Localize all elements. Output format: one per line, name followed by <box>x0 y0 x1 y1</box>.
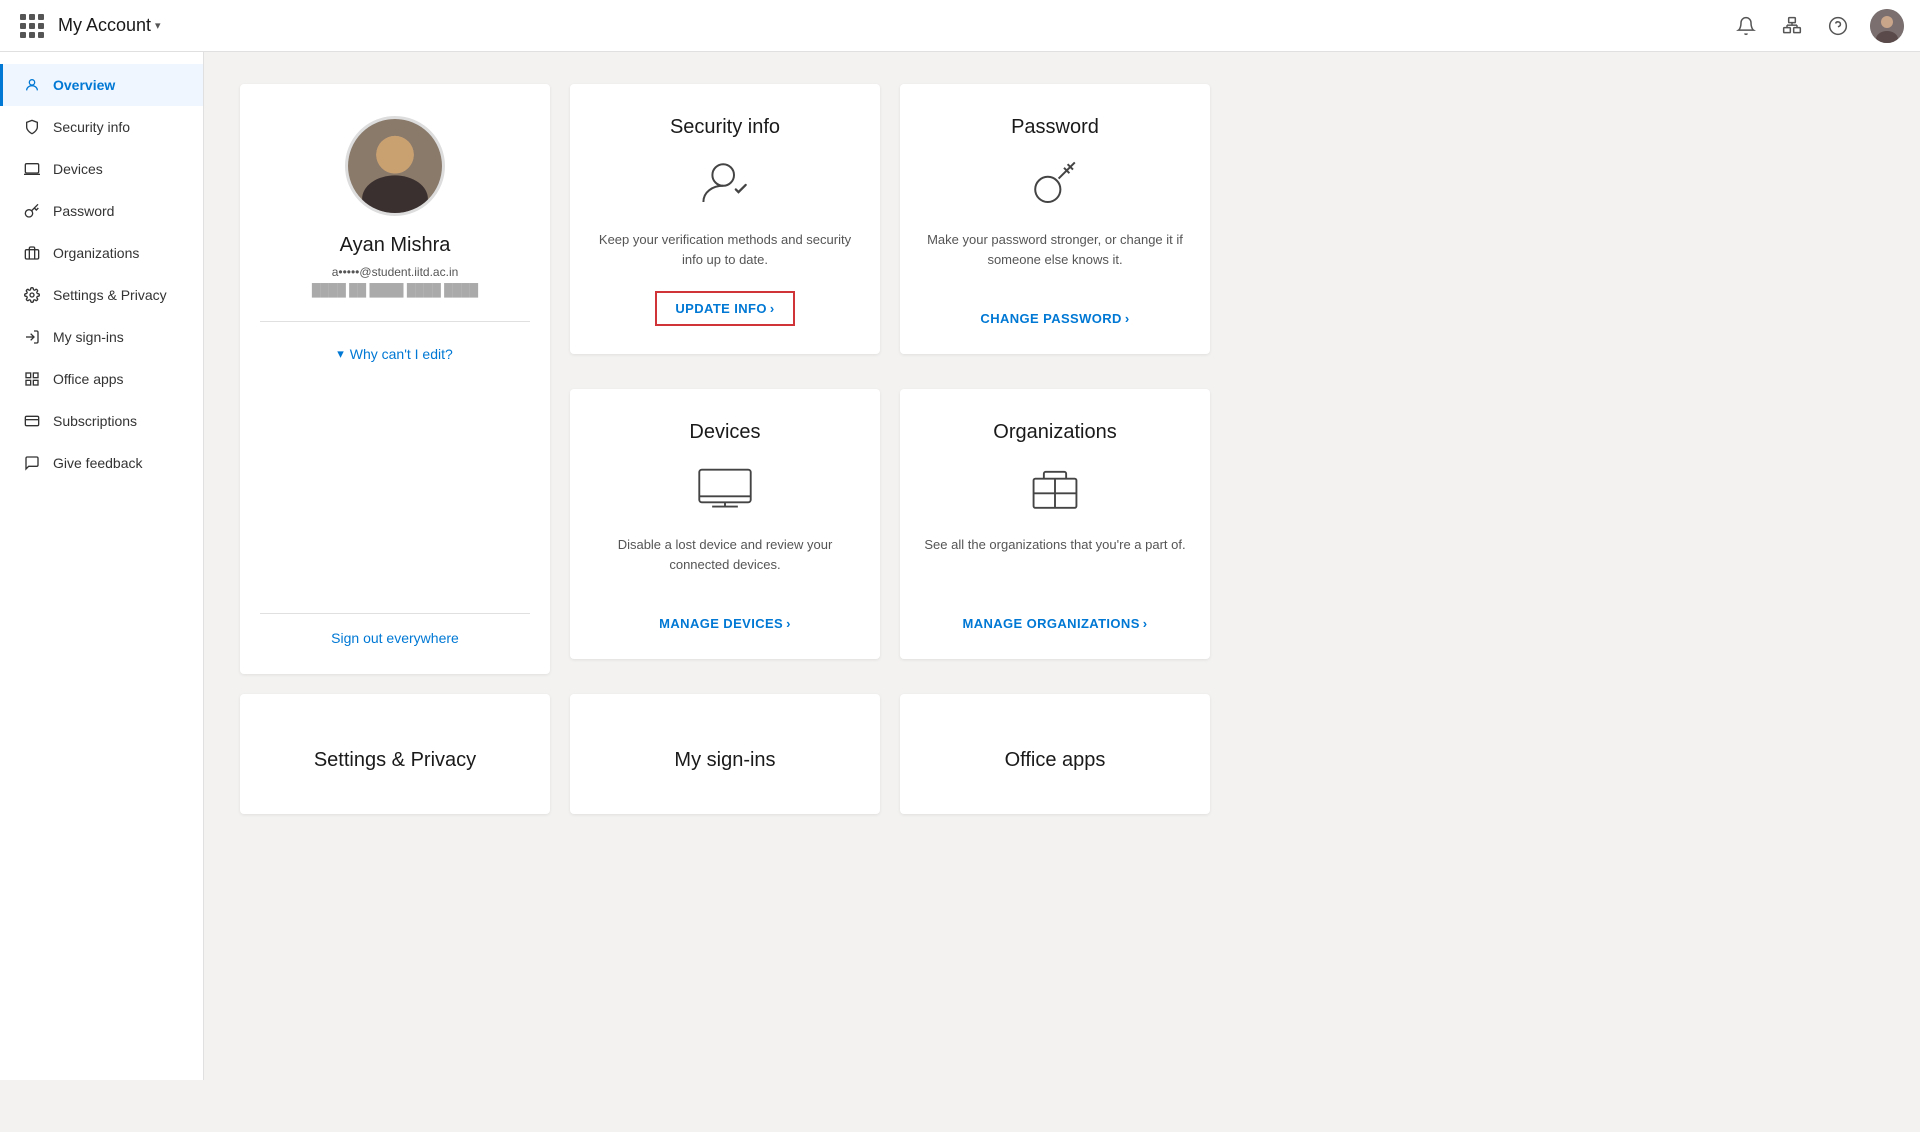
sidebar-item-overview[interactable]: Overview <box>0 64 203 106</box>
security-info-desc: Keep your verification methods and secur… <box>594 230 856 271</box>
manage-devices-link[interactable]: MANAGE DEVICES › <box>659 616 791 631</box>
devices-card-icon <box>695 462 755 521</box>
cards-grid: Ayan Mishra a•••••@student.iitd.ac.in ██… <box>240 84 1884 814</box>
devices-card: Devices Disable a lost device and review… <box>570 389 880 659</box>
organizations-title: Organizations <box>993 421 1116 444</box>
organizations-card-icon <box>1025 462 1085 521</box>
key-icon <box>23 202 41 220</box>
profile-card: Ayan Mishra a•••••@student.iitd.ac.in ██… <box>240 84 550 674</box>
sidebar-item-organizations[interactable]: Organizations <box>0 232 203 274</box>
waffle-menu[interactable] <box>16 10 48 42</box>
feedback-icon <box>23 454 41 472</box>
notifications-icon[interactable] <box>1732 12 1760 40</box>
password-icon <box>1028 157 1082 216</box>
sidebar-item-office-apps[interactable]: Office apps <box>0 358 203 400</box>
devices-title: Devices <box>689 421 760 444</box>
office-apps-title: Office apps <box>1005 749 1106 772</box>
profile-email: a•••••@student.iitd.ac.in <box>312 265 479 279</box>
security-info-title: Security info <box>670 116 780 139</box>
why-cant-edit[interactable]: ▾ Why can't I edit? <box>317 346 473 362</box>
office-apps-card: Office apps <box>900 694 1210 814</box>
app-title[interactable]: My Account ▾ <box>58 15 161 36</box>
top-nav: My Account ▾ <box>0 0 1920 52</box>
manage-organizations-link[interactable]: MANAGE ORGANIZATIONS › <box>962 616 1147 631</box>
password-title: Password <box>1011 116 1099 139</box>
profile-bottom-divider <box>260 613 530 614</box>
profile-avatar <box>345 116 445 216</box>
my-sign-ins-card: My sign-ins <box>570 694 880 814</box>
avatar[interactable] <box>1870 9 1904 43</box>
organizations-desc: See all the organizations that you're a … <box>924 535 1185 596</box>
help-icon[interactable] <box>1824 12 1852 40</box>
sidebar-item-devices[interactable]: Devices <box>0 148 203 190</box>
settings-privacy-card: Settings & Privacy <box>240 694 550 814</box>
sidebar-item-subscriptions[interactable]: Subscriptions <box>0 400 203 442</box>
profile-divider <box>260 321 530 322</box>
office-icon <box>23 370 41 388</box>
signin-icon <box>23 328 41 346</box>
gear-icon <box>23 286 41 304</box>
subscriptions-icon <box>23 412 41 430</box>
sidebar-item-give-feedback[interactable]: Give feedback <box>0 442 203 484</box>
overview-icon <box>23 76 41 94</box>
nav-left: My Account ▾ <box>16 10 161 42</box>
password-card: Password Make your password stronger, or… <box>900 84 1210 354</box>
sidebar: Overview Security info Devices <box>0 52 204 1080</box>
organizations-card: Organizations See all the organizations … <box>900 389 1210 659</box>
app-title-chevron-icon: ▾ <box>155 19 161 32</box>
sign-out-everywhere-link[interactable]: Sign out everywhere <box>311 630 479 674</box>
main-content: Ayan Mishra a•••••@student.iitd.ac.in ██… <box>204 52 1920 1080</box>
change-password-link[interactable]: CHANGE PASSWORD › <box>980 311 1129 326</box>
my-sign-ins-title: My sign-ins <box>674 749 775 772</box>
update-info-button[interactable]: UPDATE INFO › <box>655 291 794 326</box>
sidebar-item-my-sign-ins[interactable]: My sign-ins <box>0 316 203 358</box>
org-icon[interactable] <box>1778 12 1806 40</box>
password-desc: Make your password stronger, or change i… <box>924 230 1186 291</box>
laptop-icon <box>23 160 41 178</box>
nav-right <box>1732 9 1904 43</box>
sidebar-item-settings-privacy[interactable]: Settings & Privacy <box>0 274 203 316</box>
devices-desc: Disable a lost device and review your co… <box>594 535 856 596</box>
organizations-icon <box>23 244 41 262</box>
sidebar-item-security-info[interactable]: Security info <box>0 106 203 148</box>
security-info-icon <box>698 157 752 216</box>
settings-privacy-title: Settings & Privacy <box>314 749 476 772</box>
profile-name: Ayan Mishra <box>320 234 471 257</box>
security-info-card: Security info Keep your verification met… <box>570 84 880 354</box>
sidebar-item-password[interactable]: Password <box>0 190 203 232</box>
shield-icon <box>23 118 41 136</box>
profile-org: ████ ██ ████ ████ ████ <box>292 283 498 297</box>
main-layout: Overview Security info Devices <box>0 52 1920 1080</box>
